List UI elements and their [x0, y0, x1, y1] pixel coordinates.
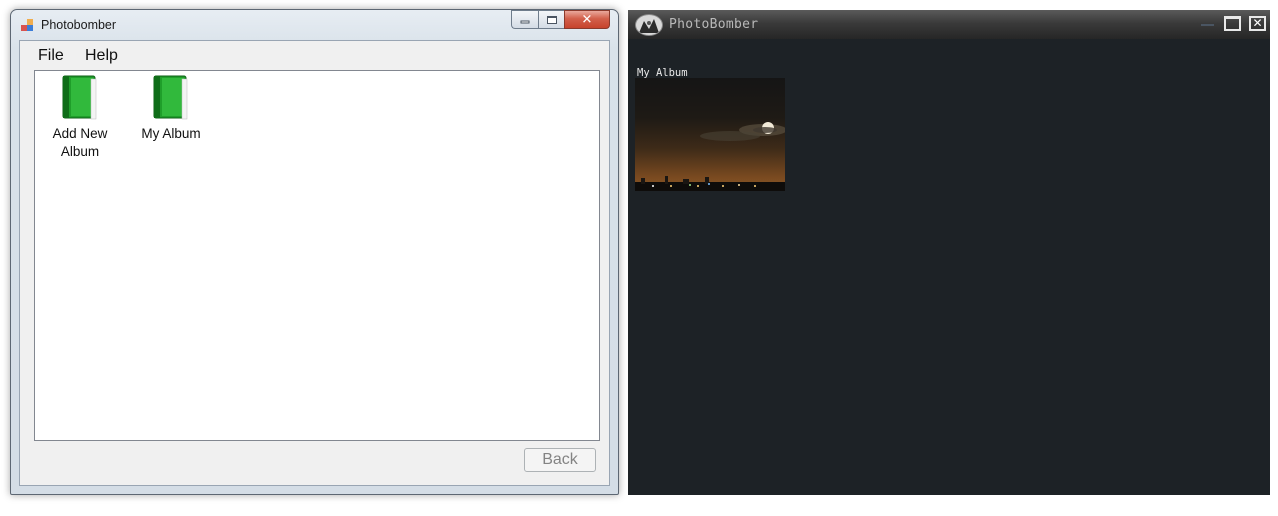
menu-help[interactable]: Help — [85, 47, 118, 65]
close-icon: ✕ — [1252, 16, 1263, 30]
window-title: Photobomber — [41, 18, 117, 32]
album-label: My Album — [141, 126, 201, 141]
photobomber-window-left: Photobomber ✕ File Help Add New Album My… — [10, 9, 619, 495]
album-list-view[interactable]: Add New Album My Album — [34, 70, 600, 441]
close-icon: ✕ — [581, 12, 593, 27]
minimize-button[interactable] — [511, 10, 538, 29]
album-item-add-new[interactable]: Add New Album — [43, 71, 117, 161]
caption-buttons: ✕ — [511, 10, 610, 30]
album-label: Add New Album — [52, 126, 108, 159]
window-title: PhotoBomber — [669, 17, 759, 32]
menu-bar: File Help — [20, 41, 609, 67]
title-bar[interactable]: PhotoBomber ✕ — [628, 10, 1270, 39]
maximize-button[interactable] — [1224, 16, 1241, 31]
minimize-icon — [1201, 24, 1214, 26]
album-item-my-album[interactable]: My Album — [134, 71, 208, 143]
menu-file[interactable]: File — [38, 47, 64, 65]
green-book-icon — [61, 75, 99, 121]
app-icon[interactable] — [21, 19, 34, 32]
photo-thumbnail[interactable] — [635, 78, 785, 191]
photobomber-window-right: PhotoBomber ✕ My Album — [628, 10, 1270, 495]
close-button[interactable]: ✕ — [1249, 16, 1266, 31]
green-book-icon — [152, 75, 190, 121]
title-bar[interactable]: Photobomber ✕ — [11, 10, 618, 40]
minimize-icon — [520, 20, 530, 23]
maximize-button[interactable] — [538, 10, 564, 29]
app-logo-icon — [635, 14, 663, 36]
back-button[interactable]: Back — [524, 448, 596, 472]
close-button[interactable]: ✕ — [564, 10, 610, 29]
minimize-button[interactable] — [1199, 16, 1216, 31]
client-area: File Help Add New Album My Album Back — [19, 40, 610, 486]
maximize-icon — [546, 15, 557, 24]
